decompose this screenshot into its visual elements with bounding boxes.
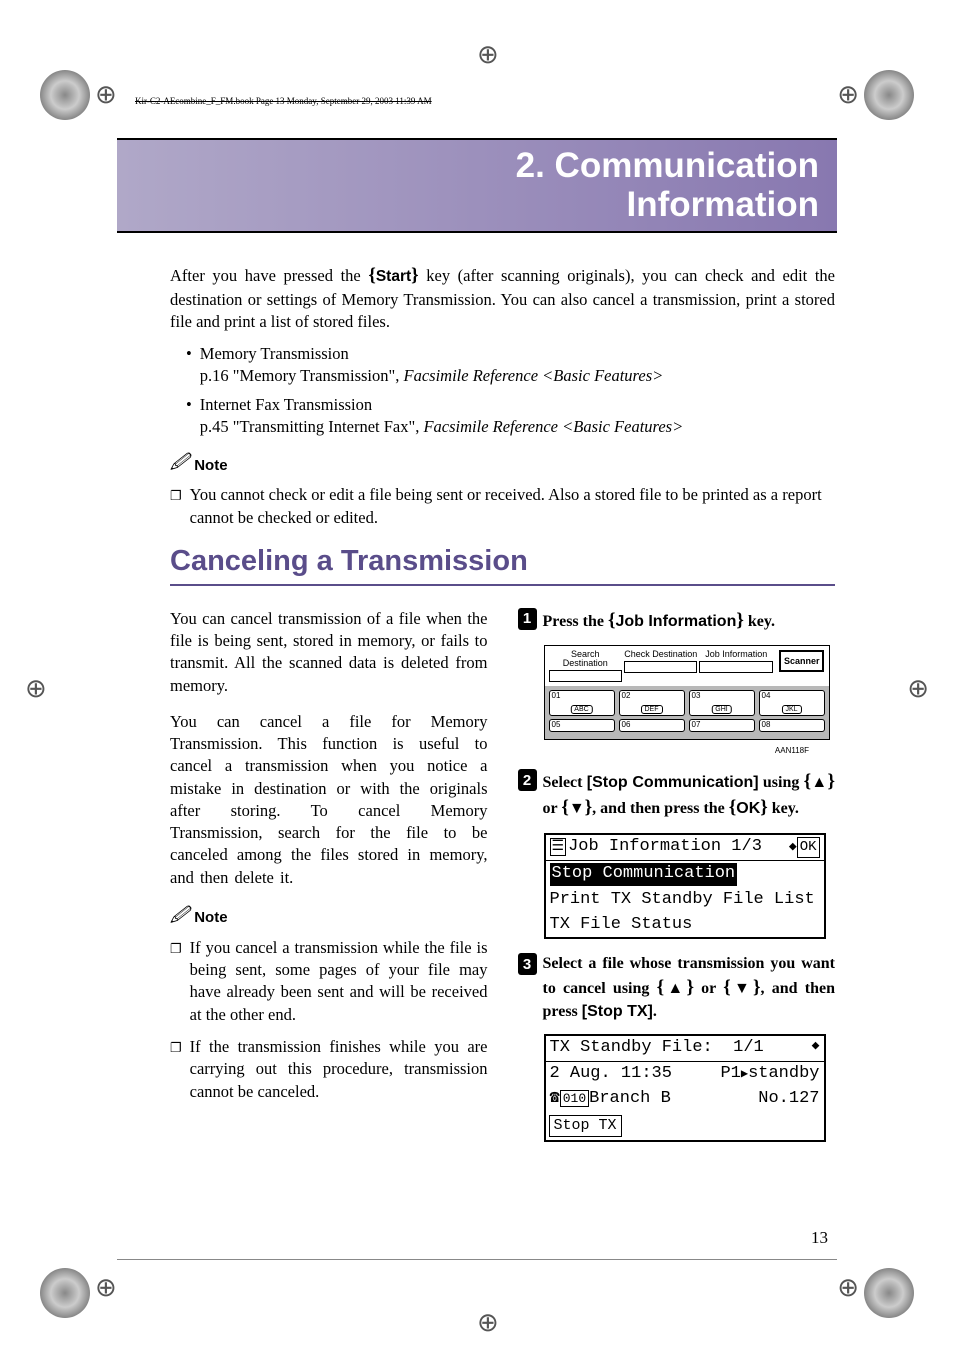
left-column: You can cancel transmission of a file wh… <box>170 608 488 1157</box>
menu-item: TX File Status <box>546 913 824 938</box>
step-2: 2 Select [Stop Communication] using {▲} … <box>518 769 836 820</box>
note-list: ❐ You cannot check or edit a file being … <box>170 484 835 529</box>
register-mark <box>95 80 117 110</box>
crop-mark-br <box>864 1268 914 1318</box>
register-mark <box>837 80 859 110</box>
stop-tx-button: Stop TX <box>549 1115 622 1137</box>
box-bullet-icon: ❐ <box>170 487 182 529</box>
scanner-button: Scanner <box>779 650 825 672</box>
quick-dial-key: 03GHI <box>689 690 755 716</box>
crop-mark-tl <box>40 70 90 120</box>
lcd-screen-1: Job Information 1/3 ◆OK Stop Communicati… <box>544 833 826 940</box>
diagram-code: AAN118F <box>518 746 810 755</box>
right-column: 1 Press the {Job Information} key. Searc… <box>518 608 836 1157</box>
register-mark <box>95 1273 117 1303</box>
register-mark <box>477 1308 499 1338</box>
phone-icon <box>550 1089 560 1108</box>
step-number-icon: 2 <box>518 769 537 791</box>
pencil-icon: 🖉 <box>170 903 189 933</box>
running-header: Kir-C2-AEcombine_F_FM.book Page 13 Monda… <box>135 96 432 106</box>
quick-dial-key: 06 <box>619 719 685 732</box>
box-bullet-icon: ❐ <box>170 1039 182 1103</box>
bullet-item: • Internet Fax Transmission p.45 "Transm… <box>186 394 835 439</box>
quick-dial-key: 08 <box>759 719 825 732</box>
section-heading: Canceling a Transmission <box>170 545 835 586</box>
file-row: 2 Aug. 11:35 P1standby <box>546 1062 824 1087</box>
quick-dial-key: 01ABC <box>549 690 615 716</box>
note-heading: 🖉 Note <box>170 903 488 933</box>
chapter-title: 2. CommunicationInformation <box>516 147 819 224</box>
file-row: 010Branch B No.127 <box>546 1087 824 1112</box>
control-panel-diagram: Search Destination Check Destination Job… <box>544 645 830 740</box>
footer-rule <box>117 1259 837 1260</box>
box-bullet-icon: ❐ <box>170 940 182 1026</box>
page-content: After you have pressed the {Start} key (… <box>170 263 835 1156</box>
register-mark <box>25 674 47 704</box>
step-number-icon: 1 <box>518 608 537 630</box>
page-number: 13 <box>811 1228 828 1248</box>
quick-dial-key: 05 <box>549 719 615 732</box>
chapter-title-bar: 2. CommunicationInformation <box>117 138 837 233</box>
step-3: 3 Select a file whose transmission you w… <box>518 953 836 1022</box>
register-mark <box>907 674 929 704</box>
crop-mark-bl <box>40 1268 90 1318</box>
bullet-item: • Memory Transmission p.16 "Memory Trans… <box>186 343 835 388</box>
note-item: ❐ You cannot check or edit a file being … <box>170 484 835 529</box>
menu-item: Print TX Standby File List <box>546 888 824 913</box>
note-heading: 🖉 Note <box>170 450 835 480</box>
step-1: 1 Press the {Job Information} key. <box>518 608 836 634</box>
lcd-screen-2: TX Standby File: 1/1 ◆ 2 Aug. 11:35 P1st… <box>544 1034 826 1142</box>
selected-item: Stop Communication <box>550 863 738 886</box>
register-mark <box>837 1273 859 1303</box>
intro-paragraph: After you have pressed the {Start} key (… <box>170 263 835 333</box>
paragraph: You can cancel transmission of a file wh… <box>170 608 488 697</box>
step-number-icon: 3 <box>518 953 537 975</box>
updown-icon: ◆ <box>789 839 797 854</box>
updown-icon: ◆ <box>812 1037 820 1060</box>
pencil-icon: 🖉 <box>170 450 189 480</box>
document-icon <box>550 837 569 856</box>
register-mark <box>477 40 499 70</box>
note-item: ❐ If you cancel a transmission while the… <box>170 937 488 1026</box>
quick-dial-key: 07 <box>689 719 755 732</box>
two-column-layout: You can cancel transmission of a file wh… <box>170 608 835 1157</box>
quick-dial-key: 02DEF <box>619 690 685 716</box>
crop-mark-tr <box>864 70 914 120</box>
note-item: ❐ If the transmission finishes while you… <box>170 1036 488 1103</box>
bullet-list: • Memory Transmission p.16 "Memory Trans… <box>186 343 835 438</box>
paragraph: You can cancel a file for Memory Transmi… <box>170 711 488 889</box>
quick-dial-key: 04JKL <box>759 690 825 716</box>
triangle-icon <box>741 1064 748 1083</box>
